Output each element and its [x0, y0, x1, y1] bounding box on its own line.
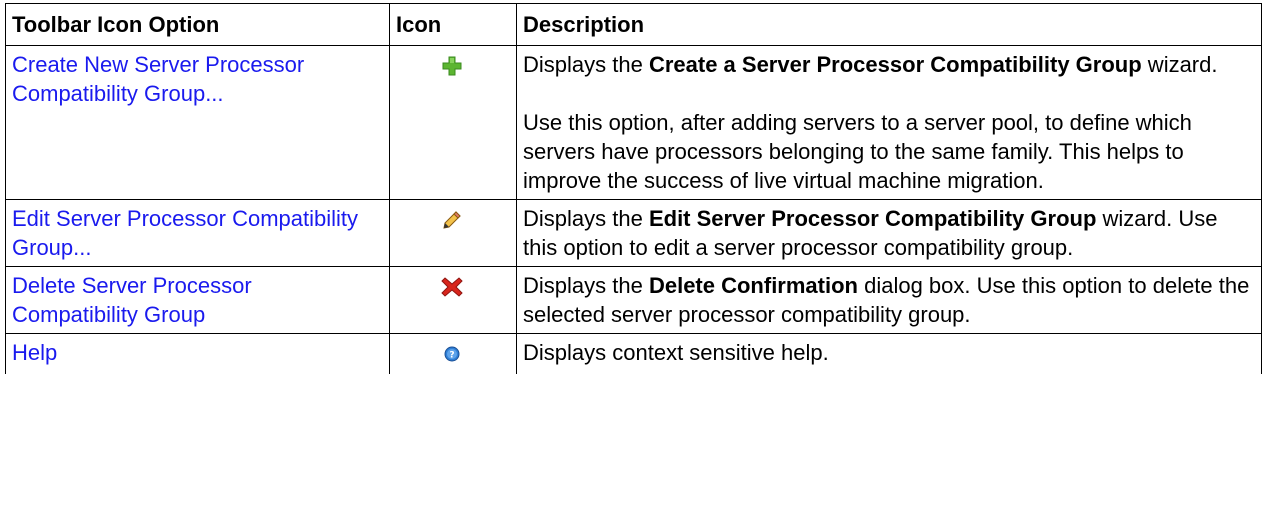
option-cell: Edit Server Processor Compatibility Grou… — [5, 199, 390, 267]
description-cell: Displays the Edit Server Processor Compa… — [516, 199, 1262, 267]
help-icon: ? — [441, 343, 463, 365]
description-cell: Displays context sensitive help. — [516, 333, 1262, 374]
description-cell: Displays the Create a Server Processor C… — [516, 45, 1262, 200]
help-link[interactable]: Help — [12, 340, 57, 365]
svg-text:?: ? — [449, 351, 454, 361]
header-description: Description — [516, 3, 1262, 46]
icon-cell — [389, 199, 517, 267]
option-cell: Help — [5, 333, 390, 374]
option-cell: Create New Server Processor Compatibilit… — [5, 45, 390, 200]
description-cell: Displays the Delete Confirmation dialog … — [516, 266, 1262, 334]
description-paragraph: Use this option, after adding servers to… — [523, 110, 1192, 193]
table-header-row: Toolbar Icon Option Icon Description — [5, 3, 1262, 46]
plus-icon — [441, 55, 463, 77]
dialog-name: Delete Confirmation — [648, 273, 858, 298]
header-option: Toolbar Icon Option — [5, 3, 390, 46]
table-row: Delete Server Processor Compatibility Gr… — [5, 266, 1262, 334]
icon-cell: ? — [389, 333, 517, 374]
icon-cell — [389, 266, 517, 334]
wizard-name: Create a Server Processor Compatibility … — [648, 52, 1142, 77]
option-cell: Delete Server Processor Compatibility Gr… — [5, 266, 390, 334]
header-icon: Icon — [389, 3, 517, 46]
table-row: Help ? Displays context sensitive help. — [5, 333, 1262, 374]
table-row: Edit Server Processor Compatibility Grou… — [5, 199, 1262, 267]
delete-x-icon — [441, 276, 463, 298]
pencil-icon — [441, 209, 463, 231]
edit-group-link[interactable]: Edit Server Processor Compatibility Grou… — [12, 206, 358, 260]
toolbar-options-table: Toolbar Icon Option Icon Description Cre… — [5, 3, 1262, 374]
wizard-name: Edit Server Processor Compatibility Grou… — [648, 206, 1097, 231]
icon-cell — [389, 45, 517, 200]
table-row: Create New Server Processor Compatibilit… — [5, 45, 1262, 200]
delete-group-link[interactable]: Delete Server Processor Compatibility Gr… — [12, 273, 252, 327]
create-group-link[interactable]: Create New Server Processor Compatibilit… — [12, 52, 304, 106]
